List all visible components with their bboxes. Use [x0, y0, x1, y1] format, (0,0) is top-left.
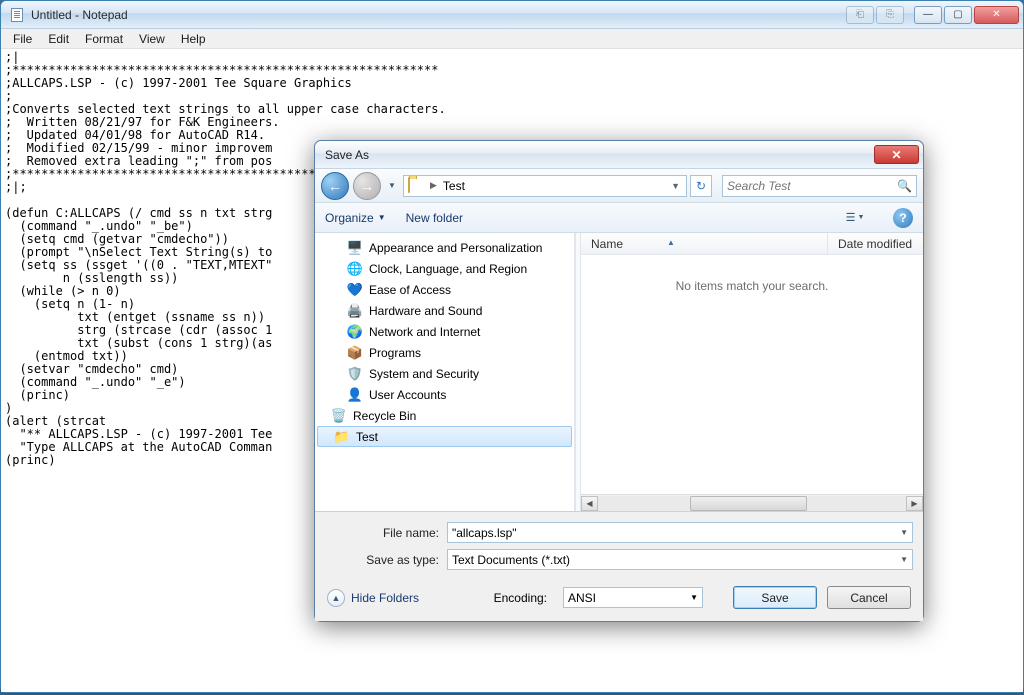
nav-item-icon: 📁 [334, 429, 350, 445]
horizontal-scrollbar[interactable]: ◀ ▶ [581, 494, 923, 511]
thumb-prev-button[interactable]: ⎗ [846, 6, 874, 24]
nav-item-label: Test [356, 430, 378, 444]
chevron-down-icon[interactable]: ▼ [669, 181, 682, 191]
nav-item-system-and-security[interactable]: 🛡️ System and Security [315, 363, 574, 384]
scroll-right-button[interactable]: ▶ [906, 496, 923, 511]
help-button[interactable]: ? [893, 208, 913, 228]
nav-item-test[interactable]: 📁 Test [317, 426, 572, 447]
view-mode-button[interactable]: ☰ ▼ [837, 208, 873, 228]
dialog-body: 🖥️ Appearance and Personalization 🌐 Clock, … [315, 233, 923, 512]
scroll-left-button[interactable]: ◀ [581, 496, 598, 511]
filename-label: File name: [325, 526, 447, 540]
savetype-combo[interactable]: Text Documents (*.txt) ▼ [447, 549, 913, 570]
organize-button[interactable]: Organize ▼ [325, 211, 386, 225]
folder-icon [408, 178, 424, 194]
filename-input[interactable] [452, 526, 900, 540]
notepad-title: Untitled - Notepad [31, 8, 846, 22]
nav-item-icon: 🖨️ [347, 303, 363, 319]
nav-item-ease-of-access[interactable]: 💙 Ease of Access [315, 279, 574, 300]
encoding-label: Encoding: [494, 591, 553, 605]
collapse-icon: ▲ [327, 589, 345, 607]
sort-asc-icon: ▲ [667, 238, 675, 247]
menu-edit[interactable]: Edit [40, 30, 77, 48]
nav-item-icon: 📦 [347, 345, 363, 361]
chevron-down-icon: ▼ [378, 213, 386, 222]
minimize-button[interactable]: — [914, 6, 942, 24]
column-date-modified[interactable]: Date modified [828, 233, 923, 254]
dialog-title: Save As [325, 148, 874, 162]
savetype-label: Save as type: [325, 553, 447, 567]
menu-help[interactable]: Help [173, 30, 214, 48]
nav-item-icon: 🛡️ [347, 366, 363, 382]
nav-item-label: Ease of Access [369, 283, 451, 297]
nav-item-label: User Accounts [369, 388, 446, 402]
nav-item-user-accounts[interactable]: 👤 User Accounts [315, 384, 574, 405]
menu-file[interactable]: File [5, 30, 40, 48]
nav-item-icon: 🌐 [347, 261, 363, 277]
search-box[interactable]: 🔍 [722, 175, 917, 197]
menu-view[interactable]: View [131, 30, 173, 48]
menu-format[interactable]: Format [77, 30, 131, 48]
new-folder-button[interactable]: New folder [406, 211, 463, 225]
file-list-empty-message: No items match your search. [581, 255, 923, 494]
close-button[interactable]: ✕ [974, 6, 1019, 24]
nav-item-hardware-and-sound[interactable]: 🖨️ Hardware and Sound [315, 300, 574, 321]
encoding-combo[interactable]: ANSI ▼ [563, 587, 703, 608]
refresh-button[interactable]: ↻ [690, 175, 712, 197]
search-icon[interactable]: 🔍 [897, 179, 912, 193]
chevron-right-icon: ▶ [428, 180, 439, 191]
nav-item-label: Programs [369, 346, 421, 360]
column-name[interactable]: Name ▲ [581, 233, 828, 254]
cancel-button[interactable]: Cancel [827, 586, 911, 609]
notepad-menubar: File Edit Format View Help [1, 29, 1023, 49]
search-input[interactable] [727, 179, 897, 193]
nav-back-button[interactable]: ← [321, 172, 349, 200]
nav-pane[interactable]: 🖥️ Appearance and Personalization 🌐 Clock, … [315, 233, 575, 511]
breadcrumb-segment[interactable]: Test [439, 179, 469, 193]
chevron-down-icon: ▼ [690, 593, 698, 602]
notepad-titlebar[interactable]: Untitled - Notepad ⎗ ⎘ — ▢ ✕ [1, 1, 1023, 29]
maximize-button[interactable]: ▢ [944, 6, 972, 24]
nav-item-label: System and Security [369, 367, 479, 381]
encoding-value: ANSI [568, 591, 596, 605]
nav-item-label: Recycle Bin [353, 409, 416, 423]
chevron-down-icon[interactable]: ▼ [900, 528, 908, 537]
nav-item-appearance-and-personalization[interactable]: 🖥️ Appearance and Personalization [315, 237, 574, 258]
dialog-close-button[interactable]: ✕ [874, 145, 919, 164]
filename-field[interactable]: ▼ [447, 522, 913, 543]
dialog-form: File name: ▼ Save as type: Text Document… [315, 512, 923, 582]
save-button[interactable]: Save [733, 586, 817, 609]
savetype-value: Text Documents (*.txt) [452, 553, 570, 567]
dialog-navbar: ← → ▼ ▶ Test ▼ ↻ 🔍 [315, 169, 923, 203]
nav-item-icon: 💙 [347, 282, 363, 298]
nav-item-label: Network and Internet [369, 325, 480, 339]
nav-history-dropdown[interactable]: ▼ [385, 176, 399, 196]
nav-item-clock-language-and-region[interactable]: 🌐 Clock, Language, and Region [315, 258, 574, 279]
nav-item-network-and-internet[interactable]: 🌍 Network and Internet [315, 321, 574, 342]
dialog-footer: ▲ Hide Folders Encoding: ANSI ▼ Save Can… [315, 582, 923, 621]
nav-item-recycle-bin[interactable]: 🗑️ Recycle Bin [315, 405, 574, 426]
notepad-icon [9, 7, 25, 23]
nav-item-icon: 🌍 [347, 324, 363, 340]
nav-item-label: Hardware and Sound [369, 304, 482, 318]
thumb-next-button[interactable]: ⎘ [876, 6, 904, 24]
file-pane: Name ▲ Date modified No items match your… [581, 233, 923, 511]
scroll-track[interactable] [598, 496, 906, 511]
scroll-thumb[interactable] [690, 496, 807, 511]
nav-forward-button[interactable]: → [353, 172, 381, 200]
notepad-window-controls: ⎗ ⎘ — ▢ ✕ [846, 6, 1019, 24]
nav-item-icon: 👤 [347, 387, 363, 403]
nav-item-icon: 🖥️ [347, 240, 363, 256]
nav-item-label: Clock, Language, and Region [369, 262, 527, 276]
dialog-titlebar[interactable]: Save As ✕ [315, 141, 923, 169]
breadcrumb[interactable]: ▶ Test ▼ [403, 175, 687, 197]
nav-item-icon: 🗑️ [331, 408, 347, 424]
save-as-dialog: Save As ✕ ← → ▼ ▶ Test ▼ ↻ 🔍 Organize ▼ … [314, 140, 924, 622]
chevron-down-icon: ▼ [900, 555, 908, 564]
file-list-header: Name ▲ Date modified [581, 233, 923, 255]
nav-item-label: Appearance and Personalization [369, 241, 542, 255]
nav-item-programs[interactable]: 📦 Programs [315, 342, 574, 363]
dialog-toolbar: Organize ▼ New folder ☰ ▼ ? [315, 203, 923, 233]
hide-folders-toggle[interactable]: ▲ Hide Folders [327, 589, 419, 607]
